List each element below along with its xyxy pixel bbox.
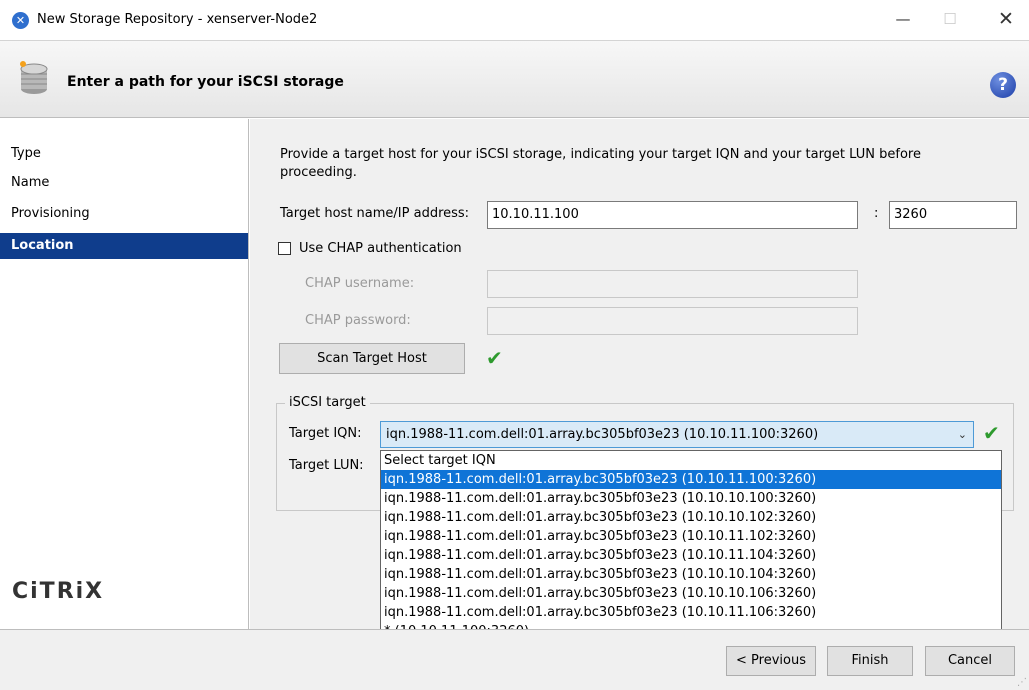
sidebar-item-name[interactable]: Name xyxy=(0,170,248,196)
target-iqn-label: Target IQN: xyxy=(289,426,362,441)
wizard-steps-sidebar: Type Name Provisioning Location CiTRiX xyxy=(0,119,249,629)
iqn-dropdown-list[interactable]: Select target IQN iqn.1988-11.com.dell:0… xyxy=(380,450,1002,642)
wizard-header: Enter a path for your iSCSI storage ? xyxy=(0,40,1029,118)
dropdown-option[interactable]: iqn.1988-11.com.dell:01.array.bc305bf03e… xyxy=(381,527,1001,546)
chap-password-label: CHAP password: xyxy=(305,313,411,328)
iqn-check-icon: ✔ xyxy=(983,421,1000,445)
resize-grip-icon[interactable]: ⋰ xyxy=(1017,677,1027,688)
finish-button[interactable]: Finish xyxy=(827,646,913,676)
chap-username-field[interactable] xyxy=(487,270,858,298)
dropdown-option[interactable]: iqn.1988-11.com.dell:01.array.bc305bf03e… xyxy=(381,603,1001,622)
target-iqn-select[interactable]: iqn.1988-11.com.dell:01.array.bc305bf03e… xyxy=(380,421,974,448)
cancel-button[interactable]: Cancel xyxy=(925,646,1015,676)
storage-disk-icon xyxy=(20,61,48,94)
port-separator: : xyxy=(874,206,879,221)
target-lun-label: Target LUN: xyxy=(289,458,364,473)
window-title: New Storage Repository - xenserver-Node2 xyxy=(37,12,318,27)
sidebar-item-location[interactable]: Location xyxy=(0,233,248,259)
chevron-down-icon[interactable]: ⌄ xyxy=(958,422,967,447)
chap-password-field[interactable] xyxy=(487,307,858,335)
dropdown-option[interactable]: Select target IQN xyxy=(381,451,1001,470)
dropdown-option[interactable]: iqn.1988-11.com.dell:01.array.bc305bf03e… xyxy=(381,489,1001,508)
dropdown-option[interactable]: iqn.1988-11.com.dell:01.array.bc305bf03e… xyxy=(381,508,1001,527)
page-title: Enter a path for your iSCSI storage xyxy=(67,74,344,90)
xenserver-icon: ✕ xyxy=(12,12,29,29)
dropdown-option[interactable]: iqn.1988-11.com.dell:01.array.bc305bf03e… xyxy=(381,565,1001,584)
close-button[interactable]: ✕ xyxy=(983,4,1029,34)
dropdown-option[interactable]: iqn.1988-11.com.dell:01.array.bc305bf03e… xyxy=(381,546,1001,565)
previous-button[interactable]: < Previous xyxy=(726,646,816,676)
dropdown-option-selected[interactable]: iqn.1988-11.com.dell:01.array.bc305bf03e… xyxy=(381,470,1001,489)
chap-username-label: CHAP username: xyxy=(305,276,415,291)
help-icon[interactable]: ? xyxy=(990,72,1016,98)
target-iqn-selected-value: iqn.1988-11.com.dell:01.array.bc305bf03e… xyxy=(386,427,819,442)
target-host-input[interactable]: 10.10.11.100 xyxy=(487,201,858,229)
scan-target-host-button[interactable]: Scan Target Host xyxy=(279,343,465,374)
instruction-text: Provide a target host for your iSCSI sto… xyxy=(280,147,921,180)
sidebar-item-provisioning[interactable]: Provisioning xyxy=(0,201,248,227)
check-icon: ✔ xyxy=(486,346,503,370)
target-host-label: Target host name/IP address: xyxy=(280,206,470,221)
citrix-logo: CiTRiX xyxy=(12,579,105,604)
minimize-button[interactable]: — xyxy=(880,4,926,34)
wizard-footer: < Previous Finish Cancel ⋰ xyxy=(0,629,1029,690)
chap-checkbox[interactable] xyxy=(278,242,291,255)
port-input[interactable]: 3260 xyxy=(889,201,1017,229)
dropdown-option[interactable]: iqn.1988-11.com.dell:01.array.bc305bf03e… xyxy=(381,584,1001,603)
maximize-button[interactable]: ☐ xyxy=(927,4,973,34)
title-bar: ✕ New Storage Repository - xenserver-Nod… xyxy=(0,0,1029,40)
sidebar-item-type[interactable]: Type xyxy=(0,141,248,167)
iscsi-target-group-label: iSCSI target xyxy=(285,394,370,412)
chap-checkbox-label: Use CHAP authentication xyxy=(299,241,462,256)
